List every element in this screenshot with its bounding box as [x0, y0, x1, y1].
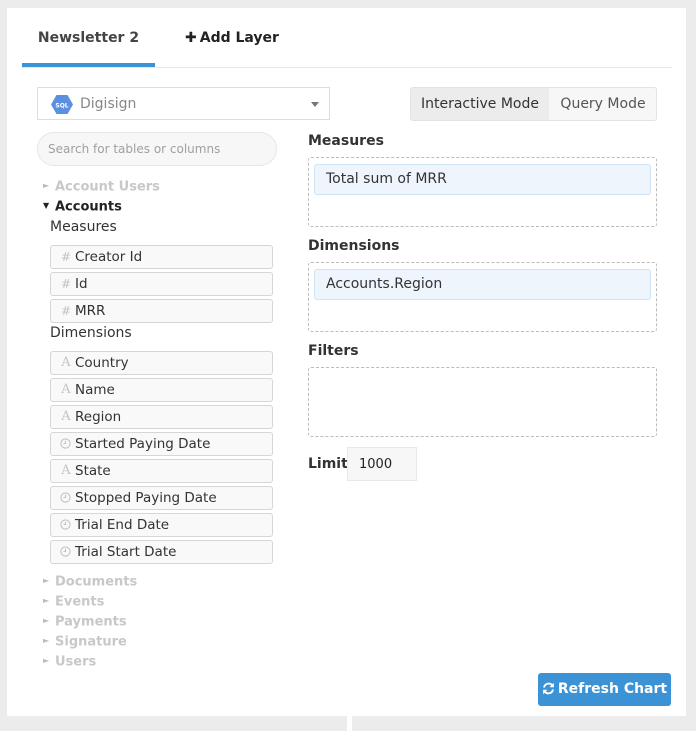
clock-icon: [60, 519, 71, 530]
field-name: Creator Id: [75, 249, 143, 265]
field-id[interactable]: # Id: [50, 272, 273, 296]
measures-section-label: Measures: [50, 219, 117, 235]
interactive-mode-button[interactable]: Interactive Mode: [411, 88, 549, 120]
measures-dropzone[interactable]: Total sum of MRR: [308, 157, 657, 227]
table-label: Account Users: [55, 179, 160, 195]
refresh-icon: [542, 682, 554, 694]
chevron-down-icon: [311, 102, 319, 107]
hash-icon: #: [60, 277, 72, 291]
query-mode-button[interactable]: Query Mode: [549, 88, 656, 120]
table-label: Accounts: [55, 199, 122, 215]
filters-heading: Filters: [308, 343, 359, 359]
plus-icon: ✚: [185, 30, 197, 46]
hash-icon: #: [60, 250, 72, 264]
field-state[interactable]: A State: [50, 459, 273, 483]
clock-icon: [60, 546, 71, 557]
field-creator-id[interactable]: # Creator Id: [50, 245, 273, 269]
field-trial-end-date[interactable]: Trial End Date: [50, 513, 273, 537]
table-label: Users: [55, 654, 97, 670]
field-name: MRR: [75, 303, 106, 319]
tab-newsletter-2[interactable]: Newsletter 2: [22, 22, 155, 67]
sql-icon: SQL: [51, 95, 73, 114]
field-name: Trial End Date: [75, 517, 170, 533]
measures-heading: Measures: [308, 133, 384, 149]
text-icon: A: [61, 463, 71, 478]
text-icon: A: [61, 409, 71, 424]
caret-right-icon: ►: [43, 181, 50, 190]
limit-label: Limit: [308, 456, 348, 472]
field-name: State: [75, 463, 111, 479]
mode-toggle: Interactive Mode Query Mode: [410, 87, 657, 121]
field-name: Stopped Paying Date: [75, 490, 217, 506]
limit-input[interactable]: [347, 447, 417, 481]
caret-down-icon: ▼: [43, 201, 50, 210]
table-accounts[interactable]: ▼ Accounts: [43, 198, 122, 216]
add-layer-button[interactable]: ✚ Add Layer: [185, 22, 279, 66]
clock-icon: [60, 438, 71, 449]
refresh-chart-button[interactable]: Refresh Chart: [538, 673, 671, 706]
dimensions-heading: Dimensions: [308, 238, 400, 254]
field-started-paying-date[interactable]: Started Paying Date: [50, 432, 273, 456]
caret-right-icon: ►: [43, 656, 50, 665]
datasource-selected: Digisign: [80, 96, 137, 112]
field-name: Country: [75, 355, 129, 371]
tab-label: Newsletter 2: [37, 30, 140, 46]
field-region[interactable]: A Region: [50, 405, 273, 429]
text-icon: A: [61, 355, 71, 370]
clock-icon: [60, 492, 71, 503]
table-documents[interactable]: ► Documents: [43, 573, 137, 591]
dimensions-section-label: Dimensions: [50, 325, 132, 341]
table-signature[interactable]: ► Signature: [43, 633, 127, 651]
table-account-users[interactable]: ► Account Users: [43, 178, 160, 196]
table-label: Documents: [55, 574, 138, 590]
table-label: Events: [55, 594, 105, 610]
svg-text:SQL: SQL: [55, 102, 68, 109]
hash-icon: #: [60, 304, 72, 318]
field-country[interactable]: A Country: [50, 351, 273, 375]
text-icon: A: [61, 382, 71, 397]
panel-divider: [347, 716, 352, 731]
field-name: Region: [75, 409, 122, 425]
table-events[interactable]: ► Events: [43, 593, 104, 611]
field-name: Started Paying Date: [75, 436, 211, 452]
field-name: Id: [75, 276, 88, 292]
layer-tabs: Newsletter 2 ✚ Add Layer: [22, 22, 672, 68]
dimensions-dropzone[interactable]: Accounts.Region: [308, 262, 657, 332]
caret-right-icon: ►: [43, 616, 50, 625]
dimension-pill[interactable]: Accounts.Region: [314, 269, 651, 300]
field-mrr[interactable]: # MRR: [50, 299, 273, 323]
field-name-dimension[interactable]: A Name: [50, 378, 273, 402]
table-label: Signature: [55, 634, 127, 650]
filters-dropzone[interactable]: [308, 367, 657, 437]
field-name: Trial Start Date: [75, 544, 177, 560]
table-payments[interactable]: ► Payments: [43, 613, 127, 631]
field-trial-start-date[interactable]: Trial Start Date: [50, 540, 273, 564]
datasource-select[interactable]: SQL Digisign: [37, 87, 330, 120]
measure-pill[interactable]: Total sum of MRR: [314, 164, 651, 195]
table-search-input[interactable]: [37, 132, 277, 166]
caret-right-icon: ►: [43, 596, 50, 605]
table-label: Payments: [55, 614, 127, 630]
table-users[interactable]: ► Users: [43, 653, 96, 671]
field-stopped-paying-date[interactable]: Stopped Paying Date: [50, 486, 273, 510]
caret-right-icon: ►: [43, 576, 50, 585]
caret-right-icon: ►: [43, 636, 50, 645]
field-name: Name: [75, 382, 115, 398]
refresh-chart-label: Refresh Chart: [557, 681, 668, 697]
add-layer-label: Add Layer: [199, 30, 279, 46]
